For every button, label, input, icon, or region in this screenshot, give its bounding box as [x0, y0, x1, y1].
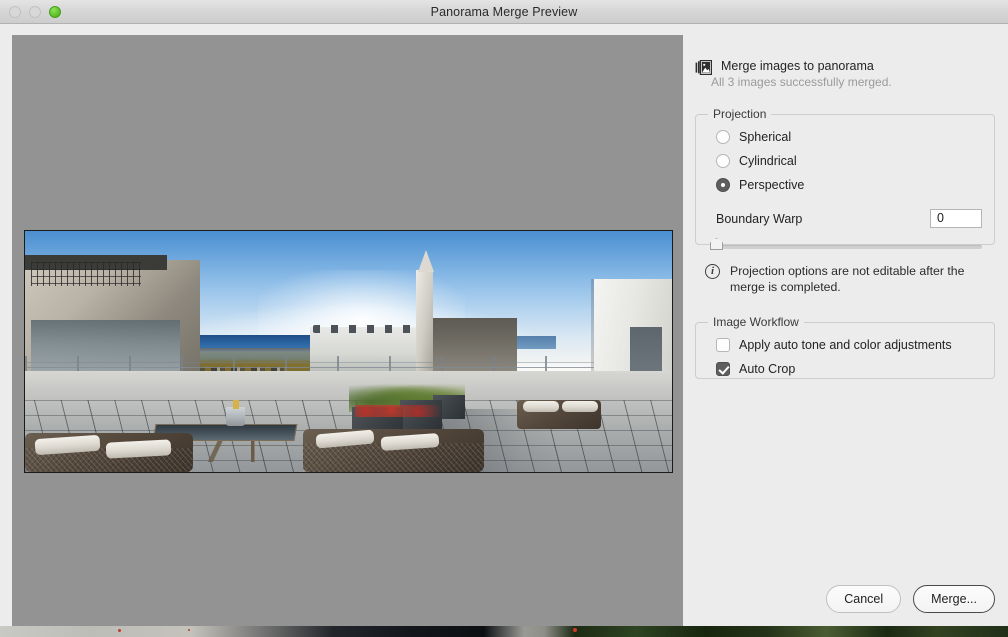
boundary-warp-label: Boundary Warp: [716, 211, 803, 226]
boundary-warp-row: Boundary Warp 0: [706, 209, 984, 228]
boundary-warp-slider[interactable]: [706, 238, 984, 250]
radio-spherical-icon[interactable]: [716, 130, 730, 144]
radio-cylindrical-icon[interactable]: [716, 154, 730, 168]
panorama-preview-pane[interactable]: [12, 35, 683, 626]
cushion: [523, 400, 559, 412]
radio-option-cylindrical[interactable]: Cylindrical: [706, 149, 984, 173]
projection-group: Projection Spherical Cylindrical Perspec…: [695, 107, 995, 250]
slider-thumb[interactable]: [710, 238, 723, 250]
title-bar[interactable]: Panorama Merge Preview: [0, 0, 1008, 24]
checkbox-auto-tone-icon[interactable]: [716, 338, 730, 352]
bottle: [233, 399, 240, 410]
filmstrip-marker: [118, 629, 121, 632]
projection-info-message: i Projection options are not editable af…: [695, 263, 995, 295]
background-filmstrip: [0, 626, 1008, 637]
dialog-body: Merge images to panorama All 3 images su…: [0, 24, 1008, 626]
radio-spherical-label: Spherical: [739, 130, 792, 144]
close-button-icon[interactable]: [9, 5, 21, 18]
info-icon: i: [705, 264, 720, 279]
options-sidebar: Merge images to panorama All 3 images su…: [695, 24, 995, 626]
checkbox-option-auto-crop[interactable]: Auto Crop: [706, 357, 984, 381]
image-workflow-group: Image Workflow Apply auto tone and color…: [695, 315, 995, 379]
boundary-warp-input[interactable]: 0: [930, 209, 982, 228]
info-message-text: Projection options are not editable afte…: [730, 264, 965, 294]
radio-cylindrical-label: Cylindrical: [739, 154, 797, 168]
stacked-images-icon: [695, 60, 712, 75]
merge-header: Merge images to panorama: [695, 24, 995, 75]
window-controls: [9, 0, 61, 23]
zoom-button-icon[interactable]: [49, 5, 61, 18]
filmstrip-marker: [188, 629, 190, 631]
image-workflow-legend: Image Workflow: [713, 315, 799, 329]
dialog-footer: Cancel Merge...: [826, 585, 995, 613]
filmstrip-marker: [573, 628, 577, 632]
cancel-button[interactable]: Cancel: [826, 585, 902, 613]
checkbox-auto-crop-label: Auto Crop: [739, 362, 796, 376]
merge-status: All 3 images successfully merged.: [711, 75, 892, 89]
projection-legend: Projection: [713, 107, 767, 121]
merge-button[interactable]: Merge...: [913, 585, 995, 613]
flowers: [354, 404, 446, 417]
checkbox-option-auto-tone[interactable]: Apply auto tone and color adjustments: [706, 333, 984, 357]
cushion: [105, 438, 171, 458]
radio-option-spherical[interactable]: Spherical: [706, 125, 984, 149]
window-title: Panorama Merge Preview: [430, 4, 578, 19]
radio-perspective-icon[interactable]: [716, 178, 730, 192]
church-spire: [417, 250, 434, 273]
checkbox-auto-tone-label: Apply auto tone and color adjustments: [739, 338, 952, 352]
minimize-button-icon[interactable]: [29, 5, 41, 18]
merge-title: Merge images to panorama: [721, 59, 874, 73]
panorama-image: [24, 230, 673, 473]
cushion: [562, 400, 598, 412]
checkbox-auto-crop-icon[interactable]: [716, 362, 730, 376]
radio-option-perspective[interactable]: Perspective: [706, 173, 984, 197]
ice-bucket: [225, 406, 245, 427]
slider-track[interactable]: [714, 245, 982, 249]
radio-perspective-label: Perspective: [739, 178, 805, 192]
panorama-merge-preview-dialog: Panorama Merge Preview Merge images to p…: [0, 0, 1008, 626]
pergola-slats: [31, 262, 142, 287]
